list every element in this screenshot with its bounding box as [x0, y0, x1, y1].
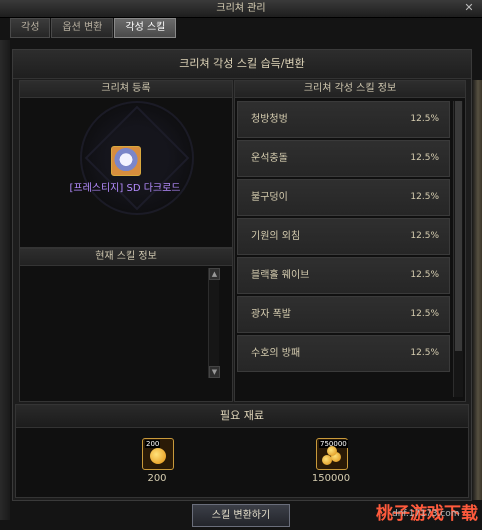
skill-info-box: 크리쳐 각성 스킬 정보 청방청벙 12.5% 운석충돌 12.5% 불구덩이 …	[234, 80, 466, 402]
watermark-site: dnf.17173.com	[392, 509, 460, 519]
skill-name: 운석충돌	[251, 153, 288, 164]
skill-name: 광자 폭발	[251, 309, 291, 320]
scroll-down-icon[interactable]: ▼	[209, 366, 220, 378]
list-item[interactable]: 광자 폭발 12.5%	[237, 296, 450, 333]
skill-name: 블랙홀 웨이브	[251, 270, 310, 281]
skill-rate: 12.5%	[410, 270, 439, 280]
main-panel: 크리쳐 각성 스킬 습득/변환 크리쳐 등록 [프레스티지] SD 다크로드 현…	[12, 49, 472, 501]
panel-title: 크리쳐 각성 스킬 습득/변환	[13, 50, 471, 79]
skill-rate: 12.5%	[410, 153, 439, 163]
list-item[interactable]: 불구덩이 12.5%	[237, 179, 450, 216]
materials-title: 필요 재료	[16, 405, 468, 428]
registration-header: 크리쳐 등록	[20, 81, 232, 98]
window-titlebar: 크리쳐 관리 ✕	[0, 0, 482, 18]
scroll-up-icon[interactable]: ▲	[209, 268, 220, 280]
list-item[interactable]: 블랙홀 웨이브 12.5%	[237, 257, 450, 294]
coin-shape	[150, 448, 166, 464]
skill-info-header: 크리쳐 각성 스킬 정보	[235, 81, 465, 98]
material-badge: 200	[145, 440, 161, 448]
skill-list-scrollbar[interactable]	[453, 101, 463, 397]
coin-medal-icon[interactable]: 200	[142, 438, 174, 470]
skill-list: 청방청벙 12.5% 운석충돌 12.5% 불구덩이 12.5% 기원의 외침 …	[237, 101, 450, 374]
creature-registration-box: 크리쳐 등록 [프레스티지] SD 다크로드	[19, 80, 233, 248]
current-skill-box: 현재 스킬 정보 ▲ ▼	[19, 248, 233, 402]
creature-name: [프레스티지] SD 다크로드	[69, 183, 181, 194]
creature-icon[interactable]	[111, 146, 141, 176]
skill-name: 수호의 방패	[251, 348, 301, 359]
list-item[interactable]: 청방청벙 12.5%	[237, 101, 450, 138]
right-edge-decoration	[472, 80, 482, 500]
skill-name: 기원의 외침	[251, 231, 301, 242]
left-edge-decoration	[0, 40, 10, 520]
skill-rate: 12.5%	[410, 192, 439, 202]
skill-convert-button[interactable]: 스킬 변환하기	[192, 504, 290, 527]
tab-option-convert[interactable]: 옵션 변환	[51, 18, 114, 38]
skill-rate: 12.5%	[410, 231, 439, 241]
current-skill-header: 현재 스킬 정보	[20, 249, 232, 266]
tab-awakening-skill[interactable]: 각성 스킬	[114, 18, 177, 38]
material-count: 150000	[311, 473, 351, 484]
required-materials-panel: 필요 재료 200 200 750000 150000	[15, 404, 469, 498]
window-title: 크리쳐 관리	[216, 3, 266, 14]
close-icon[interactable]: ✕	[462, 1, 476, 15]
list-item[interactable]: 기원의 외침 12.5%	[237, 218, 450, 255]
skill-name: 청방청벙	[251, 114, 288, 125]
current-skill-scrollbar[interactable]: ▲ ▼	[208, 268, 220, 378]
gold-pile-icon[interactable]: 750000	[316, 438, 348, 470]
skill-rate: 12.5%	[410, 348, 439, 358]
material-count: 200	[147, 473, 167, 484]
scroll-thumb[interactable]	[455, 101, 462, 351]
skill-rate: 12.5%	[410, 309, 439, 319]
tab-bar: 각성 옵션 변환 각성 스킬	[10, 18, 177, 38]
coin-shape	[327, 446, 337, 456]
list-item[interactable]: 수호의 방패 12.5%	[237, 335, 450, 372]
skill-name: 불구덩이	[251, 192, 288, 203]
tab-awakening[interactable]: 각성	[10, 18, 51, 38]
skill-rate: 12.5%	[410, 114, 439, 124]
list-item[interactable]: 운석충돌 12.5%	[237, 140, 450, 177]
